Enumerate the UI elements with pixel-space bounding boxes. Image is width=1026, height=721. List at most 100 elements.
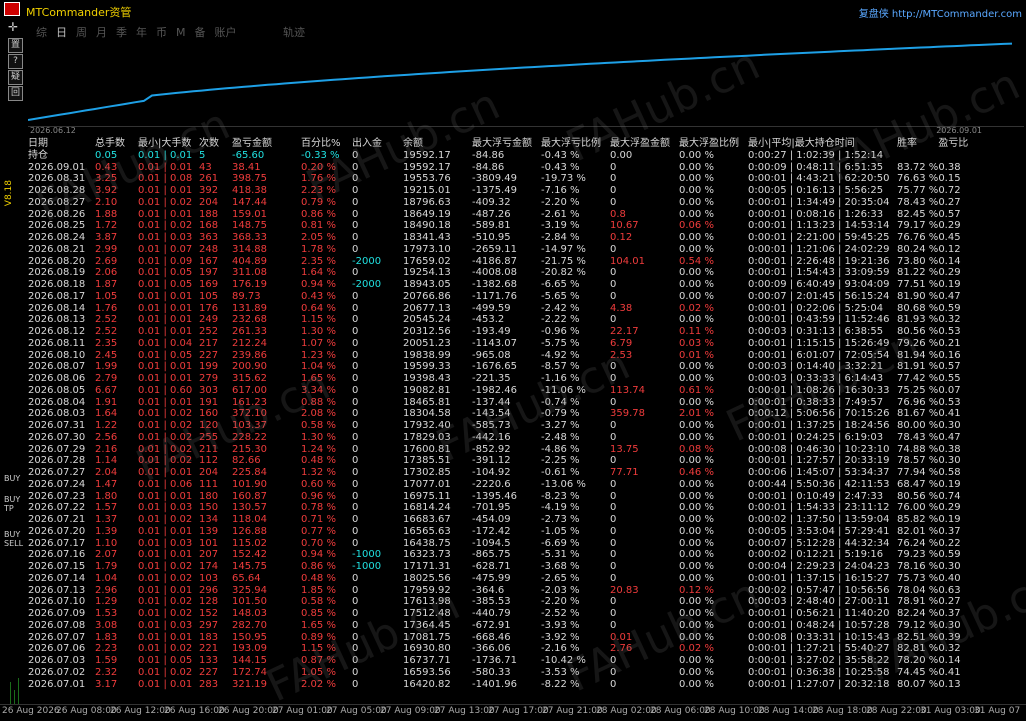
column-header[interactable]: 余额	[403, 138, 472, 150]
table-cell: 20545.24	[403, 314, 451, 326]
table-row[interactable]: 2026.07.30 2.56 0.01 | 0.02 255 228.22 1.30 %…	[28, 432, 971, 444]
table-cell: 2026.08.17	[28, 290, 86, 302]
column-header[interactable]: 最小|平均|最大持仓时间	[748, 138, 897, 150]
table-row[interactable]: 2026.08.14 1.76 0.01 | 0.01 176 131.89 0.64 %…	[28, 303, 971, 315]
table-row[interactable]: 2026.07.15 1.79 0.01 | 0.02 174 145.75 0.86 %…	[28, 561, 971, 573]
table-row[interactable]: 2026.08.13 2.52 0.01 | 0.01 249 232.68 1.15 %…	[28, 314, 971, 326]
table-row[interactable]: 2026.07.08 3.08 0.01 | 0.03 297 282.70 1.65 %…	[28, 620, 971, 632]
brand-url[interactable]: http://MTCommander.com	[892, 9, 1022, 20]
query-button[interactable]: 疑	[8, 70, 23, 85]
table-cell: 126.88	[232, 525, 267, 537]
table-row[interactable]: 2026.07.21 1.37 0.01 | 0.02 134 118.04 0.71 %…	[28, 514, 971, 526]
column-header[interactable]: 百分比%	[301, 138, 352, 150]
table-cell: -19.73 %	[541, 173, 586, 185]
table-cell: 0:00:01 | 1:27:21 | 55:40:27	[748, 643, 890, 655]
table-row[interactable]: 2026.08.26 1.88 0.01 | 0.01 188 159.01 0.86 %…	[28, 209, 971, 221]
table-cell: 2.45	[95, 349, 118, 361]
column-header[interactable]: 盈亏比	[938, 138, 971, 150]
column-header[interactable]: 最大浮盈金额	[610, 138, 679, 150]
help-button[interactable]: ?	[8, 54, 23, 69]
column-header[interactable]: 胜率	[897, 138, 938, 150]
table-row[interactable]: 2026.07.06 2.23 0.01 | 0.02 221 193.09 1.15 %…	[28, 643, 971, 655]
table-row[interactable]: 2026.08.07 1.99 0.01 | 0.01 199 200.90 1.04 %…	[28, 361, 971, 373]
table-cell: 81.93 %	[897, 314, 939, 326]
table-row[interactable]: 2026.07.31 1.22 0.01 | 0.02 120 103.37 0.58 %…	[28, 420, 971, 432]
buy-sell-button[interactable]: BUY SELL	[4, 530, 23, 548]
table-cell: -0.61 %	[541, 467, 580, 478]
table-cell: 83.72 %	[897, 161, 939, 173]
table-row[interactable]: 2026.07.13 2.96 0.01 | 0.01 296 325.94 1.85 %…	[28, 585, 971, 597]
table-cell: 1.85 %	[301, 584, 336, 596]
table-row[interactable]: 2026.07.10 1.29 0.01 | 0.02 128 101.50 0.58 %…	[28, 596, 971, 608]
table-row[interactable]: 2026.07.01 3.17 0.01 | 0.01 283 321.19 2.02 %…	[28, 679, 971, 691]
table-cell: 77.42 %	[897, 373, 939, 384]
table-cell: 1.05	[95, 290, 118, 302]
table-row[interactable]: 2026.08.10 2.45 0.01 | 0.05 227 239.86 1.23 %…	[28, 350, 971, 362]
back-button[interactable]: 回	[8, 86, 23, 101]
table-row[interactable]: 2026.08.31 3.25 0.01 | 0.08 261 398.75 1.76 %…	[28, 173, 971, 185]
table-row[interactable]: 2026.07.07 1.83 0.01 | 0.01 183 150.95 0.89 %…	[28, 632, 971, 644]
table-row[interactable]: 2026.07.28 1.14 0.01 | 0.02 112 82.66 0.48 % 0…	[28, 455, 971, 467]
column-header[interactable]: 日期	[28, 138, 95, 150]
table-row[interactable]: 2026.08.05 6.67 0.01 | 0.60 303 617.00 3.34 %…	[28, 385, 971, 397]
table-cell: 0.27	[938, 196, 961, 208]
table-row[interactable]: 2026.08.27 2.10 0.01 | 0.02 204 147.44 0.79 %…	[28, 197, 971, 209]
column-header[interactable]: 出入金	[352, 138, 403, 150]
table-cell: -137.44	[472, 396, 511, 408]
settings-button[interactable]: 置	[8, 38, 23, 53]
table-cell: 0	[352, 220, 359, 232]
column-header[interactable]: 最小|大手数	[138, 138, 199, 150]
table-cell: 0	[610, 549, 617, 561]
table-cell: -366.06	[472, 643, 511, 655]
table-row[interactable]: 2026.07.03 1.59 0.01 | 0.05 133 144.15 0.87 %…	[28, 655, 971, 667]
column-header[interactable]: 最大浮亏比例	[541, 138, 610, 150]
table-row[interactable]: 2026.08.28 3.92 0.01 | 0.01 392 418.38 2.23 %…	[28, 185, 971, 197]
table-cell: 115.02	[232, 537, 267, 549]
table-row[interactable]: 2026.08.06 2.79 0.01 | 0.01 279 315.62 1.65 %…	[28, 373, 971, 385]
table-row[interactable]: 2026.08.11 2.35 0.01 | 0.04 217 212.24 1.07 %…	[28, 338, 971, 350]
table-row[interactable]: 2026.08.24 3.87 0.01 | 0.03 363 368.33 2.05 %…	[28, 232, 971, 244]
column-header[interactable]: 总手数	[95, 138, 138, 150]
table-row[interactable]: 2026.08.21 2.99 0.01 | 0.07 248 314.88 1.78 %…	[28, 244, 971, 256]
table-cell: 81.94 %	[897, 349, 939, 361]
column-header[interactable]: 最大浮盈比例	[679, 138, 748, 150]
table-row[interactable]: 2026.07.20 1.39 0.01 | 0.01 139 126.88 0.77 %…	[28, 526, 971, 538]
table-cell: 0:00:12 | 5:06:56 | 70:15:26	[748, 408, 890, 420]
table-row[interactable]: 2026.08.12 2.52 0.01 | 0.01 252 261.33 1.30 %…	[28, 326, 971, 338]
column-header[interactable]: 最大浮亏金额	[472, 138, 541, 150]
table-cell: -4.92 %	[541, 349, 580, 361]
table-row[interactable]: 2026.08.19 2.06 0.01 | 0.05 197 311.08 1.64 %…	[28, 267, 971, 279]
table-row[interactable]: 2026.07.27 2.04 0.01 | 0.01 204 225.84 1.32 %…	[28, 467, 971, 479]
column-header[interactable]: 盈亏金额	[232, 138, 301, 150]
table-cell: 0.45	[938, 232, 961, 243]
column-header[interactable]: 次数	[199, 138, 232, 150]
table-cell: 1.32 %	[301, 467, 336, 478]
table-cell: 3.87	[95, 232, 118, 243]
table-row[interactable]: 2026.07.23 1.80 0.01 | 0.01 180 160.87 0.96 %…	[28, 491, 971, 503]
table-cell: 19592.17	[403, 149, 451, 161]
table-row[interactable]: 2026.08.20 2.69 0.01 | 0.09 167 404.89 2.35 %…	[28, 256, 971, 268]
table-row[interactable]: 2026.07.17 1.10 0.01 | 0.03 101 115.02 0.70 %…	[28, 538, 971, 550]
table-row[interactable]: 2026.07.24 1.47 0.01 | 0.06 111 101.90 0.60 %…	[28, 479, 971, 491]
table-cell: -4.86 %	[541, 443, 580, 455]
table-row[interactable]: 2026.08.25 1.72 0.01 | 0.02 168 148.75 0.81 %…	[28, 220, 971, 232]
table-cell: 3.08	[95, 619, 118, 631]
table-row[interactable]: 2026.08.17 1.05 0.01 | 0.01 105 89.73 0.43 % 0…	[28, 291, 971, 303]
table-row[interactable]: 2026.07.09 1.53 0.01 | 0.02 152 148.03 0.85 %…	[28, 608, 971, 620]
buy-tp-button[interactable]: BUY TP	[4, 495, 20, 513]
move-icon[interactable]: ✛	[8, 20, 18, 34]
table-row[interactable]: 2026.08.03 1.64 0.01 | 0.02 160 372.10 2.08 %…	[28, 408, 971, 420]
table-row[interactable]: 2026.08.18 1.87 0.01 | 0.05 169 176.19 0.94 %…	[28, 279, 971, 291]
table-row[interactable]: 2026.07.02 2.32 0.01 | 0.02 227 172.74 1.05 %…	[28, 667, 971, 679]
table-cell: 152.42	[232, 549, 267, 561]
table-cell: -409.32	[472, 196, 511, 208]
table-row[interactable]: 2026.07.29 2.16 0.01 | 0.02 211 215.30 1.24 %…	[28, 444, 971, 456]
table-row[interactable]: 2026.07.14 1.04 0.01 | 0.02 103 65.64 0.48 % 0…	[28, 573, 971, 585]
table-row[interactable]: 2026.08.04 1.91 0.01 | 0.01 191 161.23 0.88 %…	[28, 397, 971, 409]
table-row[interactable]: 2026.07.22 1.57 0.01 | 0.03 150 130.57 0.78 %…	[28, 502, 971, 514]
table-row[interactable]: 2026.07.16 2.07 0.01 | 0.01 207 152.42 0.94 %…	[28, 549, 971, 561]
table-row[interactable]: 2026.09.01 0.43 0.01 | 0.01 43 38.41 0.20 % 0 1…	[28, 162, 971, 174]
buy-button[interactable]: BUY	[4, 474, 20, 483]
table-cell: 2026.08.04	[28, 396, 86, 408]
brand-link[interactable]: 复盘侠 http://MTCommander.com	[859, 5, 1022, 20]
